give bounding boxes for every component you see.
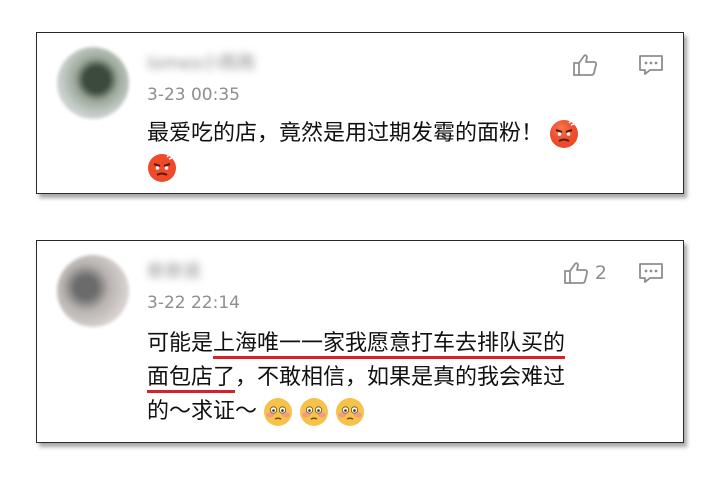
highlight-underline: 上海唯一一家我愿意打车去排队买的 [213, 331, 566, 359]
comment-time: 3-23 00:35 [147, 85, 240, 105]
comment-line: 面包店了，不敢相信，如果是真的我会难过 [147, 361, 655, 395]
comment-actions: 2 [562, 261, 665, 285]
comment-card: 依依说 3-22 22:14 2 可能是上海唯一一家我愿意打车去排队买的 面包店… [36, 240, 684, 443]
flushed-emoji-icon [299, 397, 329, 427]
username[interactable]: 依依说 [147, 257, 201, 282]
avatar[interactable] [57, 255, 129, 327]
avatar[interactable] [57, 47, 129, 119]
username[interactable]: lomes小雨雨 [147, 49, 255, 74]
highlight-underline: 面包店了 [147, 365, 236, 393]
angry-emoji-icon [147, 153, 177, 183]
comment-card: lomes小雨雨 3-23 00:35 最爱吃的店，竟然是用过期发霉的面粉！ [36, 32, 684, 194]
comment-text: 最爱吃的店，竟然是用过期发霉的面粉！ [147, 117, 655, 185]
comment-line: 可能是上海唯一一家我愿意打车去排队买的 [147, 327, 655, 361]
like-count: 2 [594, 262, 607, 284]
comment-line: 的～求证～ [147, 395, 655, 429]
flushed-emoji-icon [263, 397, 293, 427]
comment-actions [571, 53, 665, 77]
comment-line: 最爱吃的店，竟然是用过期发霉的面粉！ [147, 121, 544, 146]
comment-time: 3-22 22:14 [147, 293, 240, 313]
angry-emoji-icon [549, 119, 579, 149]
comment-text: 可能是上海唯一一家我愿意打车去排队买的 面包店了，不敢相信，如果是真的我会难过 … [147, 327, 655, 429]
flushed-emoji-icon [335, 397, 365, 427]
thumbs-up-icon[interactable] [562, 261, 590, 285]
reply-icon[interactable] [637, 261, 665, 285]
reply-icon[interactable] [637, 53, 665, 77]
thumbs-up-icon[interactable] [571, 53, 599, 77]
